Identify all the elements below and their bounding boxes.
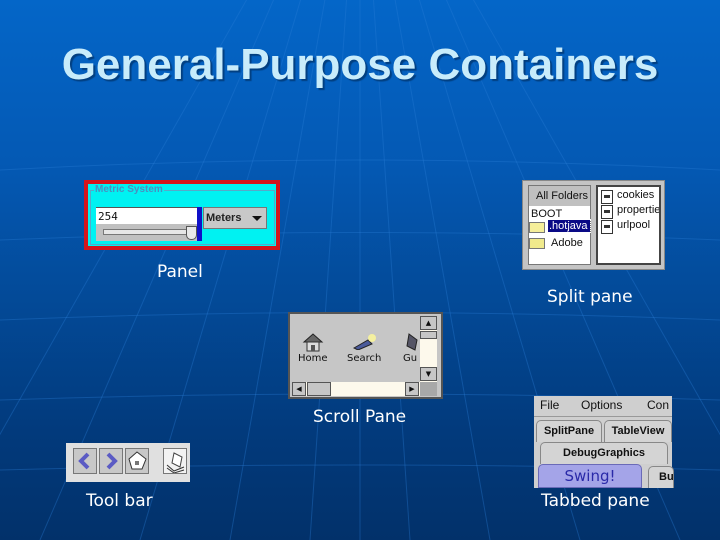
- toolbar-button-back[interactable]: [73, 448, 97, 474]
- value-input[interactable]: 254: [96, 207, 197, 224]
- tabbed-pane-caption: Tabbed pane: [541, 491, 650, 511]
- file-item[interactable]: cookies: [617, 189, 654, 201]
- file-icon: [601, 205, 613, 219]
- toolbar-button-print[interactable]: [163, 448, 187, 474]
- group-border-left: [90, 190, 91, 244]
- group-title: Metric System: [94, 184, 164, 195]
- menu-con[interactable]: Con: [647, 398, 672, 412]
- scroll-item-label[interactable]: Search: [347, 353, 381, 364]
- scroll-pane-caption: Scroll Pane: [313, 407, 407, 427]
- tab-swing-selected[interactable]: Swing!: [538, 464, 642, 488]
- back-arrow-icon: [78, 452, 90, 470]
- file-icon: [601, 220, 613, 234]
- print-icon: [166, 452, 185, 474]
- scroll-item-label[interactable]: Gu: [403, 353, 420, 364]
- file-item[interactable]: urlpool: [617, 219, 650, 231]
- panel-caption: Panel: [157, 262, 203, 282]
- menu-file[interactable]: File: [540, 398, 559, 412]
- slide-title: General-Purpose Containers: [61, 40, 659, 89]
- tab-debuggraphics[interactable]: DebugGraphics: [540, 442, 668, 464]
- toolbar-button-forward[interactable]: [99, 448, 123, 474]
- menu-options[interactable]: Options: [581, 398, 622, 412]
- unit-select-value: Meters: [206, 212, 242, 224]
- menu-separator: [534, 416, 672, 417]
- file-icon: [601, 190, 613, 204]
- tab-splitpane[interactable]: SplitPane: [536, 420, 602, 442]
- toolbar-button-home[interactable]: [125, 448, 149, 474]
- tree-item[interactable]: Adobe: [551, 237, 583, 249]
- vertical-scroll-thumb[interactable]: [420, 331, 437, 339]
- scroll-right-button[interactable]: ▶: [405, 382, 419, 396]
- scroll-down-button[interactable]: ▼: [420, 367, 437, 381]
- home-icon: [128, 451, 147, 470]
- chevron-down-icon: [252, 216, 262, 221]
- folder-open-icon: [529, 222, 545, 233]
- split-pane-caption: Split pane: [547, 287, 633, 307]
- scroll-up-button[interactable]: ▲: [420, 316, 437, 330]
- tree-header[interactable]: All Folders: [529, 186, 590, 206]
- scroll-left-button[interactable]: ◀: [292, 382, 306, 396]
- group-border-bottom: [90, 244, 275, 245]
- file-item[interactable]: properties: [617, 204, 659, 216]
- slider-thumb[interactable]: [186, 226, 197, 240]
- scroll-item-label[interactable]: Home: [298, 353, 328, 364]
- unit-select[interactable]: Meters: [203, 207, 267, 229]
- scroll-corner: [420, 382, 437, 396]
- value-slider[interactable]: [103, 229, 191, 235]
- group-border-right: [274, 190, 275, 244]
- tab-tableview[interactable]: TableView: [604, 420, 672, 442]
- toolbar-caption: Tool bar: [86, 491, 153, 511]
- search-flashlight-icon: [352, 334, 376, 350]
- home-icon: [302, 333, 324, 352]
- panel-divider: [197, 207, 202, 241]
- folder-icon: [529, 238, 545, 249]
- tree-item[interactable]: BOOT: [531, 208, 562, 220]
- guide-icon: [406, 333, 418, 351]
- tab-bu[interactable]: Bu: [648, 466, 674, 488]
- tree-item-selected[interactable]: .hotjava: [547, 219, 591, 233]
- forward-arrow-icon: [106, 452, 118, 470]
- horizontal-scroll-thumb[interactable]: [307, 382, 331, 396]
